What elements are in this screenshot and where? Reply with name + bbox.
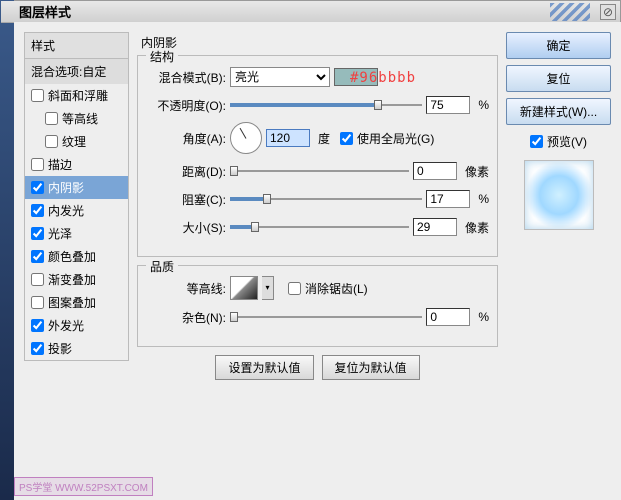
global-light-label: 使用全局光(G): [357, 130, 434, 147]
opacity-slider[interactable]: [230, 98, 422, 112]
preview-label: 预览(V): [547, 133, 587, 150]
angle-unit: 度: [318, 130, 330, 147]
contour-picker[interactable]: [230, 276, 258, 300]
blend-mode-label: 混合模式(B):: [146, 69, 226, 86]
style-item-10[interactable]: 外发光: [24, 314, 129, 337]
choke-label: 阻塞(C):: [146, 191, 226, 208]
style-label-0: 斜面和浮雕: [48, 87, 108, 104]
structure-label: 结构: [146, 48, 178, 65]
quality-group: 品质 等高线: ▾ 消除锯齿(L) 杂色(N): %: [137, 265, 498, 347]
size-unit: 像素: [465, 219, 489, 236]
style-checkbox-3[interactable]: [31, 158, 44, 171]
styles-list: 样式 混合选项:自定 斜面和浮雕等高线纹理描边内阴影内发光光泽颜色叠加渐变叠加图…: [24, 32, 129, 490]
action-column: 确定 复位 新建样式(W)... 预览(V): [506, 32, 611, 490]
opacity-label: 不透明度(O):: [146, 97, 226, 114]
panel-title: 内阴影: [137, 32, 498, 53]
style-item-3[interactable]: 描边: [24, 153, 129, 176]
watermark: PS学堂 WWW.52PSXT.COM: [14, 477, 153, 496]
styles-header: 样式: [24, 32, 129, 59]
antialias-checkbox[interactable]: [288, 282, 301, 295]
style-item-11[interactable]: 投影: [24, 337, 129, 361]
angle-input[interactable]: [266, 129, 310, 147]
reset-default-button[interactable]: 复位为默认值: [322, 355, 420, 380]
style-label-1: 等高线: [62, 110, 98, 127]
style-item-2[interactable]: 纹理: [24, 130, 129, 153]
style-label-7: 颜色叠加: [48, 248, 96, 265]
style-item-8[interactable]: 渐变叠加: [24, 268, 129, 291]
choke-unit: %: [478, 192, 489, 206]
content-area: 样式 混合选项:自定 斜面和浮雕等高线纹理描边内阴影内发光光泽颜色叠加渐变叠加图…: [14, 22, 621, 500]
style-checkbox-6[interactable]: [31, 227, 44, 240]
noise-label: 杂色(N):: [146, 309, 226, 326]
contour-dropdown-icon[interactable]: ▾: [262, 276, 274, 300]
style-item-0[interactable]: 斜面和浮雕: [24, 84, 129, 107]
blend-options-row[interactable]: 混合选项:自定: [24, 59, 129, 84]
titlebar-decor: [550, 3, 590, 21]
color-annotation: #96bbbb: [350, 70, 416, 86]
style-checkbox-10[interactable]: [31, 319, 44, 332]
style-label-11: 投影: [48, 340, 72, 357]
size-input[interactable]: [413, 218, 457, 236]
style-label-2: 纹理: [62, 133, 86, 150]
style-checkbox-0[interactable]: [31, 89, 44, 102]
size-slider[interactable]: [230, 220, 409, 234]
left-decor-bar: [0, 0, 14, 500]
settings-panel: 内阴影 结构 混合模式(B): 亮光 不透明度(O): % 角度(A):: [137, 32, 498, 490]
preview-thumbnail: [524, 160, 594, 230]
style-item-4[interactable]: 内阴影: [24, 176, 129, 199]
size-label: 大小(S):: [146, 219, 226, 236]
style-item-5[interactable]: 内发光: [24, 199, 129, 222]
cancel-button[interactable]: 复位: [506, 65, 611, 92]
style-checkbox-4[interactable]: [31, 181, 44, 194]
style-item-9[interactable]: 图案叠加: [24, 291, 129, 314]
distance-slider[interactable]: [230, 164, 409, 178]
style-checkbox-5[interactable]: [31, 204, 44, 217]
opacity-unit: %: [478, 98, 489, 112]
style-label-10: 外发光: [48, 317, 84, 334]
close-icon[interactable]: ⊘: [600, 4, 616, 20]
structure-group: 结构 混合模式(B): 亮光 不透明度(O): % 角度(A): 度: [137, 55, 498, 257]
global-light-checkbox[interactable]: [340, 132, 353, 145]
style-label-6: 光泽: [48, 225, 72, 242]
style-item-6[interactable]: 光泽: [24, 222, 129, 245]
noise-slider[interactable]: [230, 310, 422, 324]
distance-unit: 像素: [465, 163, 489, 180]
distance-input[interactable]: [413, 162, 457, 180]
new-style-button[interactable]: 新建样式(W)...: [506, 98, 611, 125]
style-label-9: 图案叠加: [48, 294, 96, 311]
preview-checkbox[interactable]: [530, 135, 543, 148]
quality-label: 品质: [146, 258, 178, 275]
style-checkbox-8[interactable]: [31, 273, 44, 286]
style-item-1[interactable]: 等高线: [24, 107, 129, 130]
style-item-7[interactable]: 颜色叠加: [24, 245, 129, 268]
style-checkbox-11[interactable]: [31, 342, 44, 355]
titlebar: 图层样式 ⊘: [1, 1, 620, 23]
angle-label: 角度(A):: [146, 130, 226, 147]
choke-slider[interactable]: [230, 192, 422, 206]
ok-button[interactable]: 确定: [506, 32, 611, 59]
style-checkbox-2[interactable]: [45, 135, 58, 148]
style-checkbox-9[interactable]: [31, 296, 44, 309]
dialog-window: 图层样式 ⊘ 样式 混合选项:自定 斜面和浮雕等高线纹理描边内阴影内发光光泽颜色…: [0, 0, 621, 500]
dialog-title: 图层样式: [19, 2, 71, 21]
antialias-label: 消除锯齿(L): [305, 280, 368, 297]
distance-label: 距离(D):: [146, 163, 226, 180]
style-label-3: 描边: [48, 156, 72, 173]
style-label-5: 内发光: [48, 202, 84, 219]
style-label-8: 渐变叠加: [48, 271, 96, 288]
contour-label: 等高线:: [146, 280, 226, 297]
angle-dial[interactable]: [230, 122, 262, 154]
style-checkbox-7[interactable]: [31, 250, 44, 263]
make-default-button[interactable]: 设置为默认值: [215, 355, 313, 380]
noise-input[interactable]: [426, 308, 470, 326]
noise-unit: %: [478, 310, 489, 324]
style-label-4: 内阴影: [48, 179, 84, 196]
blend-mode-select[interactable]: 亮光: [230, 67, 330, 87]
style-checkbox-1[interactable]: [45, 112, 58, 125]
choke-input[interactable]: [426, 190, 470, 208]
opacity-input[interactable]: [426, 96, 470, 114]
